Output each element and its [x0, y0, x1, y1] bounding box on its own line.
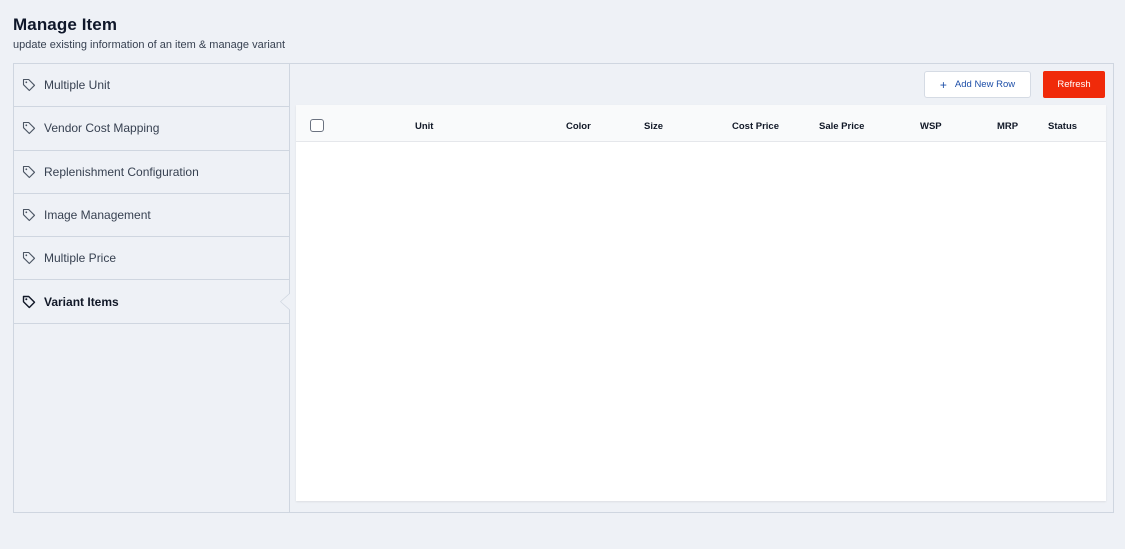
add-new-row-button[interactable]: + Add New Row: [924, 71, 1031, 98]
table-header: Unit Color Size Cost Price Sale Price WS…: [296, 105, 1106, 142]
select-all-checkbox[interactable]: [310, 119, 324, 132]
sidebar-item-multiple-unit[interactable]: Multiple Unit: [14, 64, 289, 108]
tag-icon: [22, 165, 36, 179]
column-header-wsp[interactable]: WSP: [920, 105, 942, 142]
sidebar-item-label: Replenishment Configuration: [44, 164, 199, 179]
column-header-status[interactable]: Status: [1048, 105, 1077, 142]
column-header-color[interactable]: Color: [566, 105, 591, 142]
column-header-cost-price[interactable]: Cost Price: [732, 105, 779, 142]
page-header: Manage Item update existing information …: [13, 14, 285, 52]
sidebar-item-image-management[interactable]: Image Management: [14, 194, 289, 238]
page-subtitle: update existing information of an item &…: [13, 39, 286, 51]
column-header-unit[interactable]: Unit: [415, 105, 433, 142]
column-header-sale-price[interactable]: Sale Price: [819, 105, 864, 142]
variant-items-table: Unit Color Size Cost Price Sale Price WS…: [296, 105, 1106, 501]
tag-icon: [22, 251, 36, 265]
content-frame: Multiple Unit Vendor Cost Mapping Replen…: [13, 63, 1114, 513]
tag-icon: [22, 295, 36, 309]
sidebar-item-label: Multiple Price: [44, 251, 117, 266]
plus-icon: +: [939, 77, 947, 92]
sidebar-item-vendor-cost-mapping[interactable]: Vendor Cost Mapping: [14, 107, 289, 151]
refresh-label: Refresh: [1057, 79, 1091, 90]
sidebar-item-variant-items[interactable]: Variant Items: [14, 280, 289, 324]
sidebar-item-multiple-price[interactable]: Multiple Price: [14, 237, 289, 281]
sidebar-item-label: Variant Items: [44, 294, 119, 309]
refresh-button[interactable]: Refresh: [1043, 71, 1105, 98]
sidebar-item-label: Multiple Unit: [44, 78, 111, 93]
column-header-size[interactable]: Size: [644, 105, 663, 142]
sidebar-item-label: Vendor Cost Mapping: [44, 121, 160, 136]
sidebar: Multiple Unit Vendor Cost Mapping Replen…: [14, 64, 290, 512]
tag-icon: [22, 78, 36, 92]
tag-icon: [22, 208, 36, 222]
sidebar-item-replenishment-configuration[interactable]: Replenishment Configuration: [14, 151, 289, 194]
add-new-row-label: Add New Row: [954, 79, 1016, 90]
column-header-mrp[interactable]: MRP: [997, 105, 1018, 142]
tag-icon: [22, 121, 36, 135]
page-title: Manage Item: [13, 15, 118, 34]
sidebar-item-label: Image Management: [44, 208, 151, 223]
